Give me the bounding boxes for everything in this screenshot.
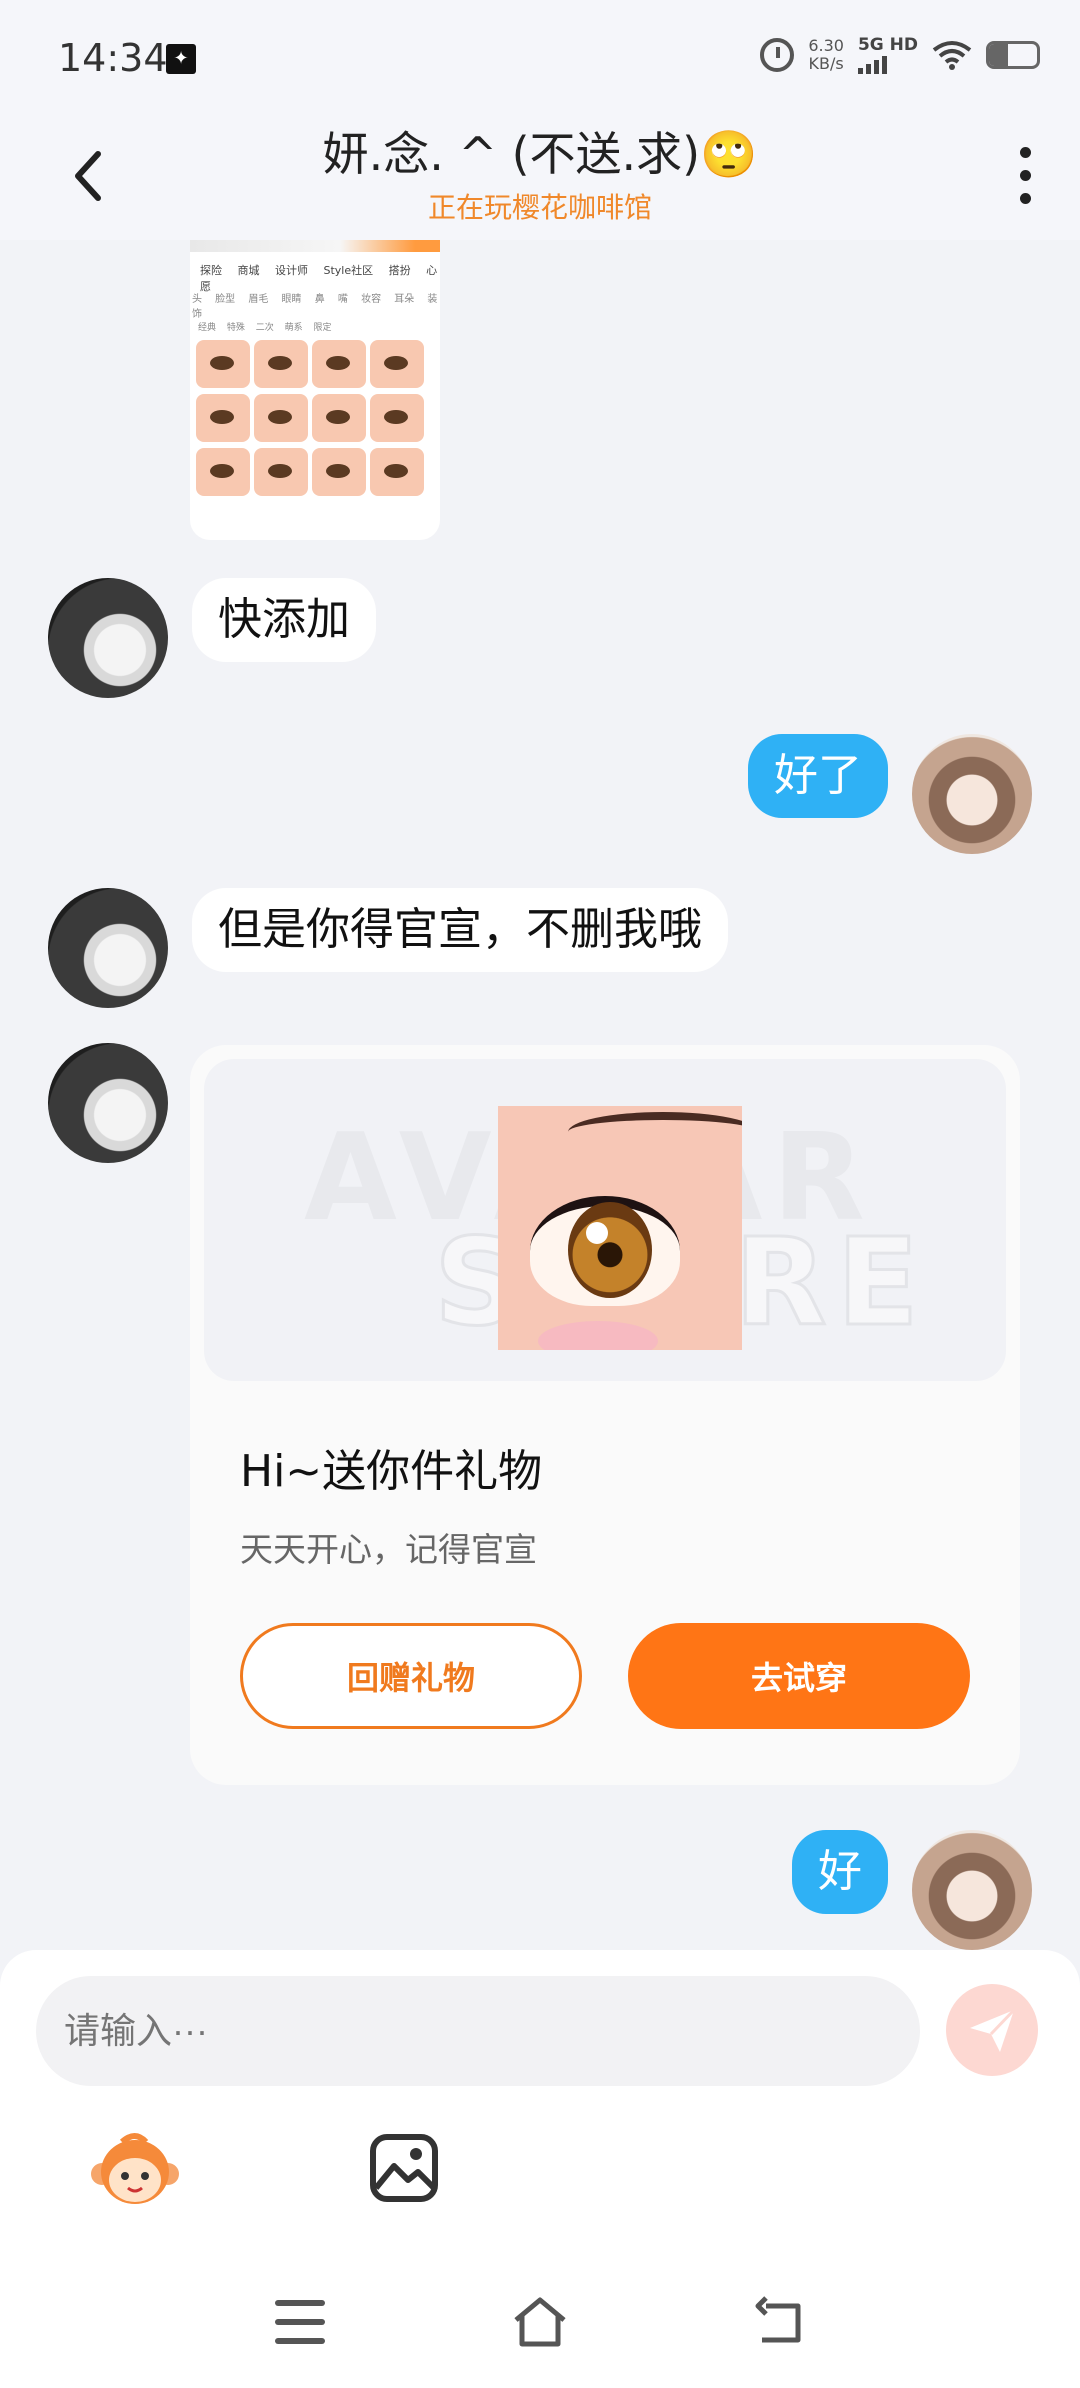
try-on-button[interactable]: 去试穿	[628, 1623, 970, 1729]
avatar[interactable]	[48, 1043, 168, 1163]
input-panel	[0, 1950, 1080, 2388]
back-icon[interactable]	[752, 2294, 808, 2350]
message-input[interactable]	[36, 1976, 920, 2086]
wifi-icon	[932, 41, 972, 70]
status-time: 14:34	[58, 36, 168, 80]
signal-indicator: 5G HD	[857, 35, 918, 74]
screenshot-filters: 经典 特殊 二次 萌系 限定	[198, 323, 332, 333]
page-title: 妍.念. ^ (不送.求)🙄	[322, 127, 758, 181]
signal-icon	[857, 54, 918, 74]
network-speed: 6.30 KB/s	[808, 36, 844, 73]
gift-card[interactable]: AVATAR STORE Hi~送你件礼物 天天开心，记得官宣 回赠礼物 去试穿	[190, 1045, 1020, 1785]
menu-icon[interactable]	[275, 2300, 325, 2344]
message-bubble-outgoing[interactable]: 好	[792, 1830, 888, 1914]
screenshot-eye-grid	[196, 340, 424, 496]
send-button[interactable]	[946, 1984, 1038, 2076]
avatar[interactable]	[48, 578, 168, 698]
shared-screenshot-image[interactable]: 探险 商城 设计师 Style社区 搭扮 心愿 头 脸型 眉毛 眼睛 鼻 嘴 妆…	[190, 240, 440, 540]
avatar[interactable]	[48, 888, 168, 1008]
message-bubble-incoming[interactable]: 但是你得官宣，不删我哦	[192, 888, 728, 972]
playing-status: 正在玩樱花咖啡馆	[427, 191, 652, 224]
screenshot-subtabs: 头 脸型 眉毛 眼睛 鼻 嘴 妆容 耳朵 装饰	[192, 294, 438, 320]
alarm-icon	[760, 38, 795, 72]
gift-eye-image	[498, 1106, 742, 1350]
gift-description: 天天开心，记得官宣	[240, 1530, 537, 1569]
home-icon[interactable]	[510, 2292, 570, 2352]
system-nav-bar	[0, 2280, 1080, 2388]
chat-messages[interactable]: 探险 商城 设计师 Style社区 搭扮 心愿 头 脸型 眉毛 眼睛 鼻 嘴 妆…	[0, 240, 1080, 1950]
avatar[interactable]	[912, 1830, 1032, 1950]
return-gift-button[interactable]: 回赠礼物	[240, 1623, 582, 1729]
send-icon	[970, 2008, 1016, 2052]
message-bubble-incoming[interactable]: 快添加	[192, 578, 376, 662]
image-icon[interactable]	[368, 2132, 440, 2204]
status-bar: 14:34 ✦ 6.30 KB/s 5G HD	[0, 0, 1080, 110]
chat-header: 妍.念. ^ (不送.求)🙄 正在玩樱花咖啡馆	[0, 110, 1080, 240]
status-icons: 6.30 KB/s 5G HD	[760, 36, 1040, 74]
gift-banner: AVATAR STORE	[204, 1059, 1006, 1381]
network-type: 5G HD	[857, 35, 918, 55]
notification-icon: ✦	[166, 44, 196, 74]
message-bubble-outgoing[interactable]: 好了	[748, 734, 888, 818]
avatar[interactable]	[912, 734, 1032, 854]
header-title-block: 妍.念. ^ (不送.求)🙄 正在玩樱花咖啡馆	[0, 118, 1080, 226]
monkey-emoji-icon[interactable]	[90, 2130, 180, 2210]
more-vertical-icon[interactable]	[1010, 140, 1040, 210]
battery-icon	[986, 41, 1040, 69]
gift-title: Hi~送你件礼物	[240, 1446, 543, 1497]
